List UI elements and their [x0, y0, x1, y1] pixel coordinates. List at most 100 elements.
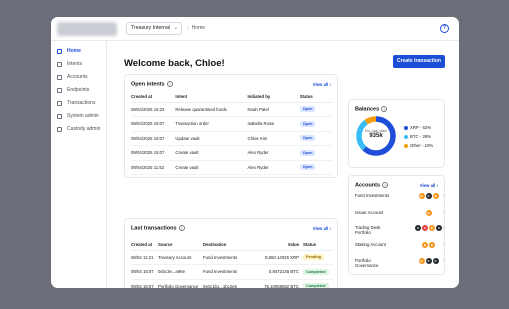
legend-dot-icon: [404, 143, 408, 148]
table-row[interactable]: 09/04 15:07 0xbc3e...a96e Fund Investmen…: [131, 264, 333, 280]
info-icon: ?: [381, 106, 388, 112]
cell-intent: Create vault: [175, 145, 248, 161]
blurred-logo: [57, 22, 117, 36]
cell-created: 09/04 15:07: [131, 264, 158, 280]
endpoints-icon: [57, 88, 62, 93]
cell-intent: Update vault: [175, 131, 248, 146]
balances-title: Balances?: [355, 106, 388, 113]
cell-value: 8,550.14025 XRP: [248, 250, 303, 265]
legend-item: BTC - 28%: [404, 132, 433, 141]
table-header-row: Created at Source Destination Value Status: [131, 239, 333, 251]
sidebar-item-label: System admin: [67, 113, 99, 119]
account-name: Staking Account: [355, 242, 386, 247]
status-badge: Open: [299, 120, 316, 127]
legend-item: XRP - 62%: [404, 123, 433, 132]
cell-created: 09/04/2025 15:07: [131, 145, 176, 161]
cell-intent: Release quarantined funds: [175, 102, 248, 117]
chevron-down-icon: ⌄: [173, 25, 178, 31]
sidebar-item-transactions[interactable]: Transactions: [51, 97, 106, 110]
cell-created: 09/04/2025 15:07: [131, 131, 176, 146]
account-name: Portfolio Governance: [355, 258, 379, 268]
cell-initiated-by: Noah Patel: [247, 102, 300, 117]
main-content: Welcome back, Chloe! Create transaction …: [107, 41, 459, 288]
last-transactions-title: Last transactions?: [131, 225, 185, 232]
accounts-view-all-link[interactable]: View all ›: [420, 183, 438, 188]
table-row[interactable]: 09/04 15:07 Portfolio Governance 0x0c1b1…: [131, 279, 333, 288]
system-admin-icon: [57, 114, 62, 119]
chevron-right-icon: ›: [443, 242, 445, 248]
other-coin-icon: A: [422, 225, 428, 231]
cell-intent: Create vault: [175, 160, 248, 175]
column-header: Status: [303, 239, 333, 251]
last-transactions-view-all-link[interactable]: View all ›: [313, 226, 331, 231]
accounts-icon: [57, 75, 62, 80]
table-row[interactable]: 09/04/2025 15:07 Update vault Chloe Kim …: [131, 131, 333, 146]
account-name: Fund Investments: [355, 193, 390, 198]
organization-select-value: Treasury Internal: [131, 25, 171, 31]
xrp-coin-icon: ✕: [436, 225, 442, 231]
cell-destination: Fund Investments: [203, 250, 248, 265]
account-row[interactable]: Fund Investments ₿ ✕ ₿ ›: [355, 193, 445, 199]
account-row[interactable]: Staking Account ₿ ₿ ›: [355, 242, 445, 248]
btc-coin-icon: ₿: [425, 210, 432, 216]
sidebar-item-endpoints[interactable]: Endpoints: [51, 84, 106, 97]
table-row[interactable]: 09/04/2025 15:07 Create vault Alex Ryder…: [131, 145, 333, 161]
donut-total-value: 935k: [369, 133, 383, 139]
cell-created: 09/04/2025 11:52: [131, 160, 176, 175]
table-row[interactable]: 09/04/2025 15:23 Release quarantined fun…: [131, 102, 333, 117]
account-row[interactable]: Issuer Account ₿ ›: [355, 210, 445, 216]
column-header: Intent: [175, 91, 248, 103]
sidebar-item-label: Intents: [67, 61, 83, 67]
xrp-coin-icon: ✕: [425, 193, 432, 199]
breadcrumb: › Home: [187, 25, 205, 31]
legend-item: Other - 10%: [404, 141, 433, 150]
table-row[interactable]: 09/04/2025 15:07 Transaction order Isabe…: [131, 116, 333, 132]
breadcrumb-home[interactable]: Home: [192, 25, 205, 31]
cell-value: 75.10059082 BTC: [248, 279, 303, 288]
btc-coin-icon: ₿: [432, 193, 439, 199]
open-intents-view-all-link[interactable]: View all ›: [313, 82, 331, 87]
sidebar-item-system-admin[interactable]: System admin: [51, 110, 106, 123]
organization-select[interactable]: Treasury Internal ⌄: [126, 22, 182, 35]
table-row[interactable]: 09/04 11:21 Treasury Account Fund Invest…: [131, 250, 333, 265]
chevron-right-icon: ›: [443, 258, 445, 264]
app-window: Treasury Internal ⌄ › Home ? Home Intents…: [51, 17, 459, 288]
xrp-coin-icon: ✕: [425, 258, 432, 264]
cell-initiated-by: Chloe Kim: [247, 131, 300, 146]
table-row[interactable]: 09/04/2025 11:52 Create vault Alex Ryder…: [131, 160, 333, 175]
sidebar-item-label: Accounts: [67, 74, 88, 80]
status-badge: Open: [299, 135, 316, 142]
column-header: Value: [248, 239, 303, 251]
btc-coin-icon: ₿: [422, 242, 428, 248]
sidebar-item-home[interactable]: Home: [51, 45, 106, 58]
create-transaction-button[interactable]: Create transaction: [393, 55, 445, 68]
account-row[interactable]: Portfolio Governance ₿ ✕ ✕ ›: [355, 258, 445, 268]
custody-admin-icon: [57, 127, 62, 132]
cell-initiated-by: Alex Ryder: [247, 160, 300, 175]
accounts-card: Accounts? View all › Fund Investments ₿ ✕…: [348, 175, 445, 275]
sidebar-item-label: Endpoints: [67, 87, 90, 93]
open-intents-table: Created at Intent Initiated by Status 09/04…: [131, 91, 333, 175]
btc-coin-icon: ₿: [429, 242, 435, 248]
legend-dot-icon: [404, 125, 408, 130]
info-icon: ?: [178, 225, 185, 231]
column-header: Initiated by: [247, 91, 300, 103]
cell-created: 09/04/2025 15:07: [131, 116, 176, 132]
chevron-right-icon: ›: [443, 225, 445, 231]
sidebar-item-intents[interactable]: Intents: [51, 58, 106, 71]
cell-value: 0.8472145 BTC: [248, 264, 303, 280]
chevron-right-icon: ›: [443, 210, 445, 216]
sidebar-item-accounts[interactable]: Accounts: [51, 71, 106, 84]
legend-dot-icon: [404, 134, 408, 139]
last-transactions-table: Created at Source Destination Value Status 0…: [131, 239, 333, 288]
btc-coin-icon: ₿: [418, 193, 425, 199]
cell-created: 09/04/2025 15:23: [131, 102, 176, 117]
sidebar-item-custody-admin[interactable]: Custody admin: [51, 123, 106, 136]
account-row[interactable]: Trading Desk Portfolio ✕ A ₿ ✕ ›: [355, 225, 445, 235]
help-icon[interactable]: ?: [440, 24, 449, 33]
cell-source: 0xbc3e...a96e: [158, 264, 203, 280]
btc-coin-icon: ₿: [418, 258, 425, 264]
chevron-right-icon: ›: [187, 25, 189, 31]
intents-icon: [57, 62, 62, 67]
btc-coin-icon: ₿: [429, 225, 435, 231]
